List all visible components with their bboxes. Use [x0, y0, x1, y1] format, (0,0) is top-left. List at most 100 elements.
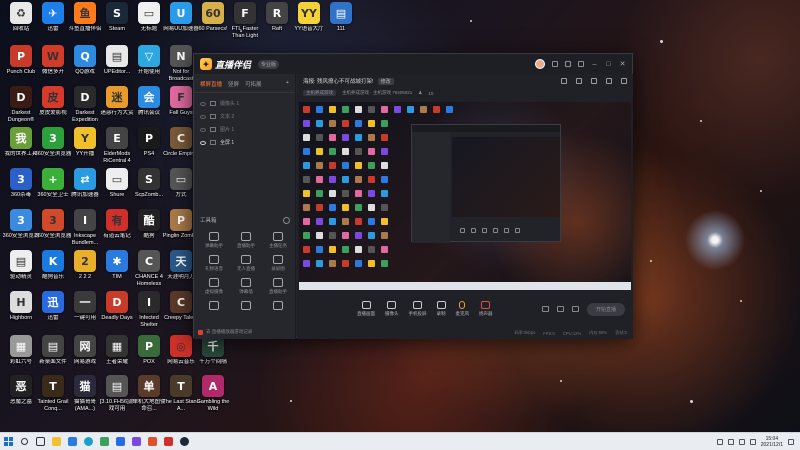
desktop-icon[interactable]: A Gambling the Wild — [196, 375, 230, 417]
tab-landscape[interactable]: 横屏直播 — [200, 80, 222, 88]
desktop-icon[interactable]: +360安全卫士 — [36, 168, 70, 210]
desktop-icon[interactable]: 60 60 Parsecs! — [196, 2, 230, 44]
desktop-icon[interactable]: ▤ 新桌面文件 — [36, 335, 70, 377]
desktop-icon[interactable]: K 酷狗音乐 — [36, 250, 70, 292]
visibility-icon[interactable] — [200, 101, 206, 106]
taskbar-app-icon[interactable] — [112, 433, 128, 450]
speaker-control[interactable]: 扬声器 — [479, 301, 493, 317]
desktop-icon[interactable]: P PS4 — [132, 127, 166, 169]
desktop-icon[interactable]: ▦ 彩虹六号 — [4, 335, 38, 377]
desktop-icon[interactable]: 酷酷狗 — [132, 209, 166, 251]
gear-icon[interactable] — [571, 306, 579, 312]
taskbar-app-icon[interactable] — [64, 433, 80, 450]
desktop-icon[interactable]: 一一键可用 — [68, 291, 102, 333]
tool-item[interactable] — [198, 301, 230, 310]
desktop-icon[interactable]: P Punch Club — [4, 45, 38, 87]
notification-icon[interactable] — [788, 438, 794, 445]
desktop-icon[interactable]: F FTL Faster Than Light — [228, 2, 262, 44]
desktop-icon[interactable]: S ScpZomb... — [132, 168, 166, 210]
desktop-icon[interactable]: H Highborn — [4, 291, 38, 333]
desktop-icon[interactable]: 有有道云笔记 — [100, 209, 134, 251]
network-icon[interactable] — [727, 438, 734, 445]
desktop-icon[interactable]: 我我的世界工具 — [4, 127, 38, 169]
desktop-icon[interactable]: U 网易UU加速器 — [163, 2, 199, 44]
visibility-icon[interactable] — [200, 140, 206, 145]
desktop-icon[interactable]: 单单机大地图使命召... — [132, 375, 166, 417]
desktop-icon[interactable]: R Raft — [260, 2, 294, 44]
tray-arrow-icon[interactable] — [716, 438, 723, 445]
desktop-icon[interactable]: D Deadly Days — [100, 291, 134, 333]
desktop-icon[interactable]: ✈ 迅雷 — [36, 2, 70, 44]
tool-item[interactable]: 无人直播 — [230, 255, 262, 272]
desktop-icon[interactable]: E ElderMods RiCentral 4 — [100, 127, 134, 169]
tool-item[interactable] — [230, 301, 262, 310]
phone-cast-control[interactable]: 手机投屏 — [409, 301, 427, 317]
search-icon[interactable] — [16, 433, 32, 450]
desktop-icon[interactable]: ▤ 111 — [324, 2, 358, 44]
tool-item[interactable]: 主播任务 — [262, 232, 294, 249]
desktop-icon[interactable]: ▤ UPEditor... — [100, 45, 134, 87]
camera-control[interactable]: 摄像头 — [385, 301, 399, 317]
steam-icon[interactable] — [176, 433, 192, 450]
source-item[interactable]: 文本 2 — [200, 110, 289, 123]
desktop-icon[interactable]: P POX — [132, 335, 166, 377]
tool-item[interactable]: 直播助手 — [230, 232, 262, 249]
desktop-icon[interactable]: 迷迷惑行为大赏 — [100, 86, 134, 128]
desktop-icon[interactable]: W 微信多开 — [36, 45, 70, 87]
desktop-icon[interactable]: ⇄ 腾讯加速器 — [68, 168, 102, 210]
desktop-icon[interactable]: ◎ 网易云音乐 — [164, 335, 198, 377]
desktop-icon[interactable]: C CHANCE 4 Homeless — [132, 250, 166, 292]
file-explorer-icon[interactable] — [48, 433, 64, 450]
volume-icon[interactable] — [738, 438, 745, 445]
tool-item[interactable]: 礼物语音 — [198, 255, 230, 272]
tool-item[interactable]: 虚拟摄像 — [198, 278, 230, 295]
source-item[interactable]: 摄像头 1 — [200, 97, 289, 110]
left-footer[interactable]: 去 直播播放器游戏记录 — [198, 329, 252, 335]
desktop-icon[interactable]: D Darkest Expedition — [68, 86, 102, 128]
desktop-icon[interactable]: ▭ 无标题 — [132, 2, 166, 44]
maximize-button[interactable]: □ — [605, 61, 612, 68]
screen-capture-control[interactable]: 直播画面 — [357, 301, 375, 317]
taskbar-app-icon[interactable] — [160, 433, 176, 450]
tool-item[interactable] — [262, 301, 294, 310]
version-badge[interactable]: 专业版 — [258, 59, 280, 69]
ime-icon[interactable] — [749, 438, 756, 445]
share-screen-icon[interactable] — [591, 78, 597, 84]
desktop-icon[interactable]: ✱ TIM — [100, 250, 134, 292]
desktop-icon[interactable]: 鱼斗鱼直播伴侣 — [68, 2, 102, 44]
desktop-icon[interactable]: 3 360安全浏览器 — [35, 127, 71, 169]
lock-icon[interactable] — [576, 78, 582, 84]
bell-icon[interactable] — [606, 78, 612, 84]
desktop-icon[interactable]: 会腾讯会议 — [132, 86, 166, 128]
tool-item[interactable]: 弹幕助手 — [198, 232, 230, 249]
desktop-icon[interactable]: I Infected Shelter — [132, 291, 166, 333]
desktop-icon[interactable]: ▭ Shure — [100, 168, 134, 210]
desktop-icon[interactable]: ▽ 开始使用 — [132, 45, 166, 87]
microphone-control[interactable]: 麦克风 — [456, 301, 469, 317]
taskbar-app-icon[interactable] — [128, 433, 144, 450]
tab-extended[interactable]: 可拓展 — [245, 80, 262, 88]
tool-item[interactable]: 直播助手 — [262, 278, 294, 295]
desktop-icon[interactable]: T Tainted Grail Conq... — [36, 375, 70, 417]
user-avatar[interactable] — [535, 59, 545, 69]
share-icon[interactable] — [621, 78, 627, 84]
source-item[interactable]: 图片 1 — [200, 123, 289, 136]
desktop-icon[interactable]: T The Last Stand A... — [162, 375, 200, 417]
edit-title-button[interactable]: 修改 — [377, 77, 394, 85]
stream-preview[interactable] — [299, 102, 631, 290]
start-live-button[interactable]: 开始直播 — [586, 302, 625, 316]
desktop-icon[interactable]: 皮皮皮爱影视 — [36, 86, 70, 128]
minimize-button[interactable]: – — [591, 61, 598, 68]
source-item-selected[interactable]: 全屏 1 — [200, 136, 289, 149]
desktop-icon[interactable]: 网网易游戏 — [68, 335, 102, 377]
desktop-icon[interactable]: ▦ 王者荣耀 — [100, 335, 134, 377]
desktop-icon[interactable]: ▤ 驱动精灵 — [4, 250, 38, 292]
close-button[interactable]: ✕ — [619, 60, 626, 68]
task-view-icon[interactable] — [32, 433, 48, 450]
toolbox-more-icon[interactable] — [283, 216, 290, 224]
add-scene-icon[interactable]: + — [286, 80, 289, 88]
taskbar-app-icon[interactable] — [96, 433, 112, 450]
clock[interactable]: 15:04 2021/12/1 — [761, 436, 783, 448]
tool-item[interactable]: 弹幕墙 — [230, 278, 262, 295]
desktop-icon[interactable]: D Darkest Dungeon® — [4, 86, 38, 128]
